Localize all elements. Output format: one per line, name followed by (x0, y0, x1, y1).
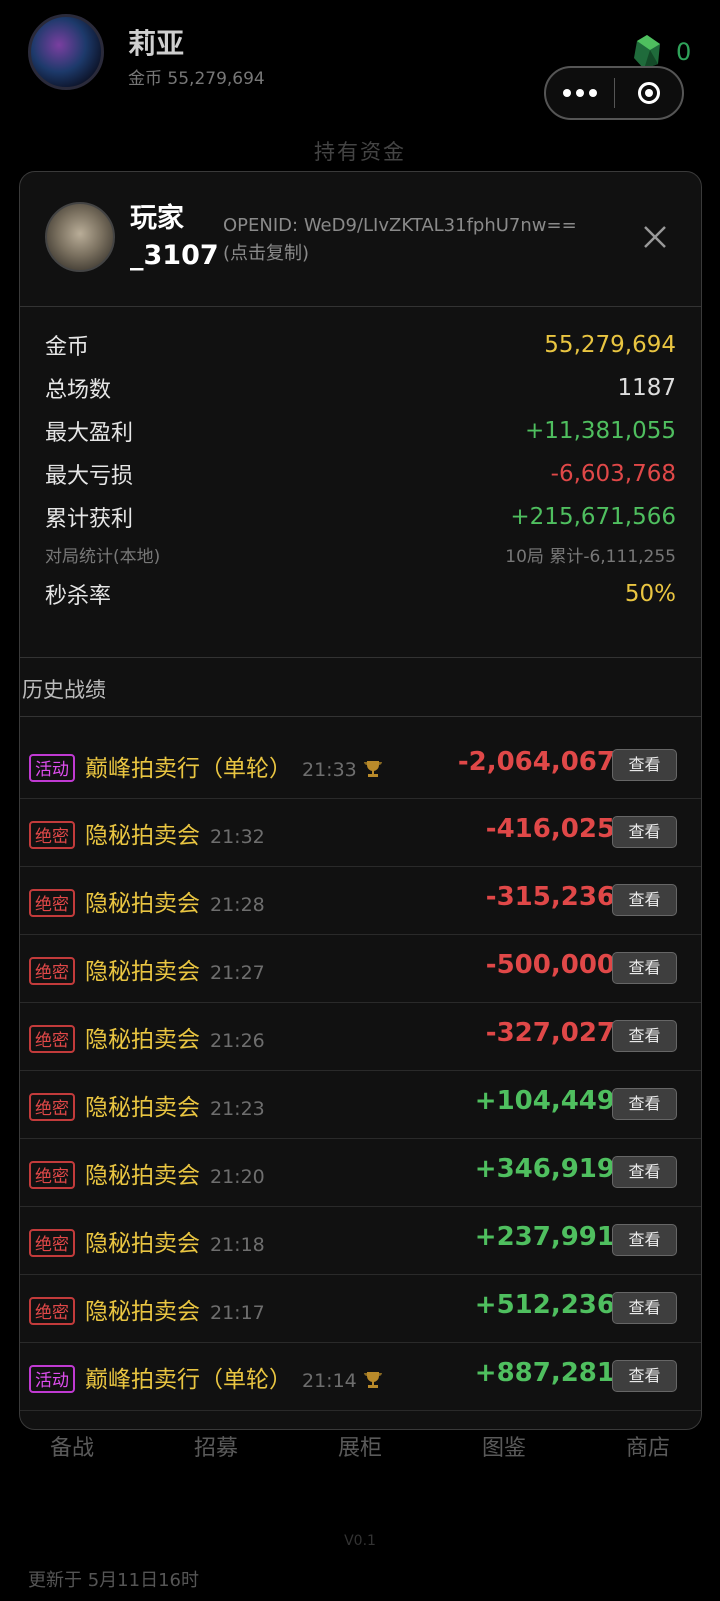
history-row: 绝密 隐秘拍卖会 21:23 +104,449 查看 (20, 1071, 701, 1139)
openid-text: OPENID: WeD9/LIvZKTAL31fphU7nw== (223, 215, 577, 236)
match-time: 21:17 (210, 1302, 265, 1324)
match-result: -416,025 (485, 814, 615, 844)
stats-panel: 金币 55,279,694 总场数 1187 最大盈利 +11,381,055 … (20, 307, 701, 658)
match-result: +346,919 (474, 1154, 615, 1184)
player-name: 玩家_3107 (130, 203, 219, 271)
history-row: 绝密 隐秘拍卖会 21:18 +237,991 查看 (20, 1207, 701, 1275)
match-name: 隐秘拍卖会 21:32 (85, 823, 265, 849)
history-row: 绝密 隐秘拍卖会 21:26 -327,027 查看 (20, 1003, 701, 1071)
coin-balance: 金币 55,279,694 (128, 69, 265, 89)
match-result: -500,000 (485, 950, 615, 980)
match-result: -2,064,067 (457, 747, 615, 777)
history-row: 绝密 隐秘拍卖会 21:17 +512,236 查看 (20, 1275, 701, 1343)
stat-row-local: 对局统计(本地) 10局 累计-6,111,255 (45, 547, 676, 567)
tab-showcase[interactable]: 展柜 (288, 1404, 432, 1480)
mode-tag: 绝密 (29, 889, 75, 917)
user-avatar[interactable] (28, 14, 104, 90)
tab-prepare[interactable]: 备战 (0, 1404, 144, 1480)
update-time: 更新于 5月11日16时 (28, 1570, 199, 1591)
openid-copy[interactable]: OPENID: WeD9/LIvZKTAL31fphU7nw== (点击复制) (223, 212, 623, 268)
mode-tag: 绝密 (29, 957, 75, 985)
match-time: 21:28 (210, 894, 265, 916)
match-name: 隐秘拍卖会 21:26 (85, 1027, 265, 1053)
tab-recruit[interactable]: 招募 (144, 1404, 288, 1480)
history-row: 绝密 隐秘拍卖会 21:20 +346,919 查看 (20, 1139, 701, 1207)
match-time: 21:27 (210, 962, 265, 984)
view-button[interactable]: 查看 (612, 952, 677, 984)
match-name: 隐秘拍卖会 21:17 (85, 1299, 265, 1325)
match-name: 巅峰拍卖行（单轮） 21:14 (85, 1360, 383, 1394)
match-time: 21:18 (210, 1234, 265, 1256)
match-name: 隐秘拍卖会 21:27 (85, 959, 265, 985)
match-result: -315,236 (485, 882, 615, 912)
stat-row: 累计获利 +215,671,566 (45, 504, 676, 532)
match-result: +512,236 (474, 1290, 615, 1320)
history-row: 绝密 隐秘拍卖会 21:32 -416,025 查看 (20, 799, 701, 867)
gem-count: 0 (676, 38, 692, 66)
match-time: 21:20 (210, 1166, 265, 1188)
stat-row: 总场数 1187 (45, 375, 676, 403)
match-name: 巅峰拍卖行（单轮） 21:33 (85, 749, 383, 783)
stat-row: 最大盈利 +11,381,055 (45, 418, 676, 446)
stat-row: 秒杀率 50% (45, 581, 676, 609)
view-button[interactable]: 查看 (612, 1360, 677, 1392)
match-name: 隐秘拍卖会 21:23 (85, 1095, 265, 1121)
match-result: +237,991 (474, 1222, 615, 1252)
mode-tag: 活动 (29, 1365, 75, 1393)
match-result: +887,281 (474, 1358, 615, 1388)
stat-row: 最大亏损 -6,603,768 (45, 461, 676, 489)
match-name: 隐秘拍卖会 21:28 (85, 891, 265, 917)
gem-icon (634, 35, 660, 69)
match-time: 21:26 (210, 1030, 265, 1052)
close-miniprogram-button[interactable] (615, 68, 682, 118)
more-menu-button[interactable] (546, 68, 614, 118)
mode-tag: 绝密 (29, 821, 75, 849)
close-icon[interactable] (642, 224, 668, 250)
match-result: -327,027 (485, 1018, 615, 1048)
target-icon (637, 82, 660, 104)
section-hint: 持有资金 (314, 140, 406, 164)
player-avatar (45, 202, 115, 272)
view-button[interactable]: 查看 (612, 1020, 677, 1052)
stat-row: 金币 55,279,694 (45, 332, 676, 360)
match-name: 隐秘拍卖会 21:20 (85, 1163, 265, 1189)
view-button[interactable]: 查看 (612, 1088, 677, 1120)
user-name: 莉亚 (128, 27, 185, 60)
history-row: 绝密 隐秘拍卖会 21:27 -500,000 查看 (20, 935, 701, 1003)
history-header: 历史战绩 (20, 658, 701, 717)
match-name: 隐秘拍卖会 21:18 (85, 1231, 265, 1257)
view-button[interactable]: 查看 (612, 1156, 677, 1188)
tab-shop[interactable]: 商店 (576, 1404, 720, 1480)
match-time: 21:23 (210, 1098, 265, 1120)
bottom-nav: 备战 招募 展柜 图鉴 商店 (0, 1404, 720, 1480)
miniprogram-capsule (544, 66, 684, 120)
match-time: 21:32 (210, 826, 265, 848)
view-button[interactable]: 查看 (612, 749, 677, 781)
mode-tag: 绝密 (29, 1093, 75, 1121)
history-list: 活动 巅峰拍卖行（单轮） 21:33 -2,064,067 查看 绝密 隐秘拍卖会 21:32… (20, 717, 701, 1411)
mode-tag: 绝密 (29, 1297, 75, 1325)
history-row: 活动 巅峰拍卖行（单轮） 21:33 -2,064,067 查看 (20, 717, 701, 799)
view-button[interactable]: 查看 (612, 1224, 677, 1256)
history-row: 绝密 隐秘拍卖会 21:28 -315,236 查看 (20, 867, 701, 935)
modal-header: 玩家_3107 OPENID: WeD9/LIvZKTAL31fphU7nw==… (20, 172, 701, 307)
trophy-icon (363, 1372, 382, 1388)
history-row: 活动 巅峰拍卖行（单轮） 21:14 +887,281 查看 (20, 1343, 701, 1411)
match-time: 21:33 (302, 759, 357, 781)
tab-collection[interactable]: 图鉴 (432, 1404, 576, 1480)
mode-tag: 绝密 (29, 1025, 75, 1053)
mode-tag: 绝密 (29, 1161, 75, 1189)
history-title: 历史战绩 (22, 678, 106, 702)
view-button[interactable]: 查看 (612, 884, 677, 916)
mode-tag: 活动 (29, 754, 75, 782)
player-info-modal: 玩家_3107 OPENID: WeD9/LIvZKTAL31fphU7nw==… (19, 171, 702, 1430)
copy-hint: (点击复制) (223, 243, 310, 264)
match-time: 21:14 (302, 1370, 357, 1392)
mode-tag: 绝密 (29, 1229, 75, 1257)
trophy-icon (363, 761, 382, 777)
view-button[interactable]: 查看 (612, 1292, 677, 1324)
view-button[interactable]: 查看 (612, 816, 677, 848)
match-result: +104,449 (474, 1086, 615, 1116)
version-label: V0.1 (344, 1533, 376, 1549)
